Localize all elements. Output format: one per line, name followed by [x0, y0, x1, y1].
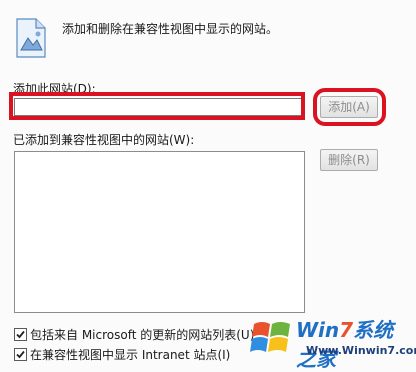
- add-site-input[interactable]: [14, 98, 302, 116]
- include-microsoft-list-option[interactable]: 包括来自 Microsoft 的更新的网站列表(U): [14, 325, 254, 343]
- watermark-url: Www.Winwin7.com: [306, 344, 416, 357]
- remove-button[interactable]: 删除(R): [320, 149, 378, 171]
- add-site-label: 添加此网站(D):: [13, 82, 96, 96]
- show-intranet-option[interactable]: 在兼容性视图中显示 Intranet 站点(I): [14, 345, 230, 363]
- show-intranet-label: 在兼容性视图中显示 Intranet 站点(I): [30, 347, 231, 362]
- watermark-brand: Win7系统之家: [296, 318, 394, 371]
- include-microsoft-list-label: 包括来自 Microsoft 的更新的网站列表(U): [30, 327, 255, 342]
- site-list-label: 已添加到兼容性视图中的网站(W):: [13, 133, 195, 147]
- dialog-description: 添加和删除在兼容性视图中显示的网站。: [62, 22, 279, 36]
- winwin7-watermark: Win7系统之家 Www.Winwin7.com: [250, 312, 416, 371]
- compatibility-view-icon: [16, 18, 46, 58]
- include-microsoft-list-checkbox[interactable]: [14, 327, 27, 341]
- add-button[interactable]: 添加(A): [320, 96, 378, 118]
- site-listbox[interactable]: [14, 151, 305, 313]
- show-intranet-checkbox[interactable]: [14, 347, 27, 361]
- windows-logo-icon: [250, 322, 290, 352]
